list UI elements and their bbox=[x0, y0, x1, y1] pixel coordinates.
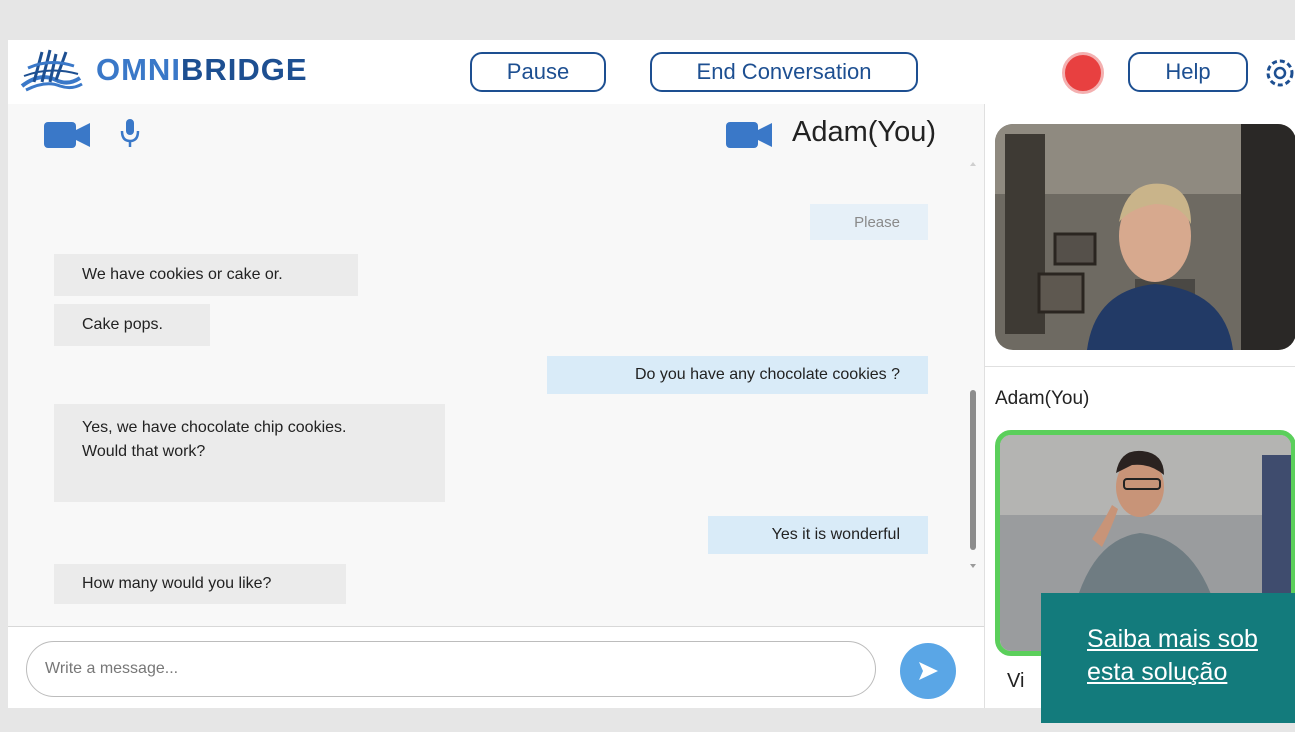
chat-message-line: Yes, we have chocolate chip cookies. bbox=[82, 419, 347, 436]
chat-panel: Adam(You) Please We have cookies or cake… bbox=[8, 104, 984, 708]
chat-message: Yes it is wonderful bbox=[708, 516, 928, 554]
scroll-up-arrow-icon[interactable] bbox=[968, 160, 978, 168]
end-conversation-button[interactable]: End Conversation bbox=[650, 52, 918, 92]
record-button[interactable] bbox=[1062, 52, 1104, 94]
chat-message: How many would you like? bbox=[54, 564, 346, 604]
logo-text-omni: OMNI bbox=[96, 52, 181, 87]
send-icon bbox=[919, 662, 938, 680]
camera-icon[interactable] bbox=[44, 120, 90, 150]
panel-divider bbox=[985, 366, 1295, 367]
self-name-label: Adam(You) bbox=[792, 116, 937, 148]
scrollbar-thumb[interactable] bbox=[970, 390, 976, 550]
pause-button[interactable]: Pause bbox=[470, 52, 606, 92]
message-input[interactable] bbox=[26, 641, 876, 697]
omnibridge-logo: OMNIBRIDGE bbox=[16, 46, 308, 94]
chat-scrollbar[interactable] bbox=[968, 160, 978, 572]
self-video-label: Adam(You) bbox=[995, 388, 1090, 409]
omnibridge-logo-icon bbox=[20, 49, 83, 92]
send-button[interactable] bbox=[900, 643, 956, 699]
chat-message: Yes, we have chocolate chip cookies. Wou… bbox=[54, 404, 445, 502]
remote-video-feed bbox=[995, 124, 1295, 350]
self-camera-icon bbox=[726, 122, 772, 148]
scroll-down-arrow-icon[interactable] bbox=[968, 562, 978, 570]
gear-icon[interactable] bbox=[1262, 54, 1295, 92]
learn-more-link-line2[interactable]: esta solução bbox=[1087, 656, 1295, 689]
message-composer bbox=[8, 626, 984, 708]
chat-message: Do you have any chocolate cookies ? bbox=[547, 356, 928, 394]
microphone-icon[interactable] bbox=[120, 118, 140, 150]
logo-text: OMNIBRIDGE bbox=[96, 52, 308, 88]
learn-more-link-line1[interactable]: Saiba mais sob bbox=[1087, 623, 1295, 656]
chat-message: We have cookies or cake or. bbox=[54, 254, 358, 296]
chat-message-line: Would that work? bbox=[82, 443, 206, 460]
remote-video-tile bbox=[995, 124, 1295, 350]
chat-message: Cake pops. bbox=[54, 304, 210, 346]
learn-more-banner: Saiba mais sob esta solução bbox=[1041, 593, 1295, 723]
top-bar: OMNIBRIDGE Pause End Conversation Help bbox=[8, 40, 1295, 105]
logo-text-bridge: BRIDGE bbox=[180, 52, 308, 87]
help-button[interactable]: Help bbox=[1128, 52, 1248, 92]
interpreter-video-label: Vi bbox=[1007, 670, 1025, 692]
chat-message: Please bbox=[810, 204, 928, 240]
